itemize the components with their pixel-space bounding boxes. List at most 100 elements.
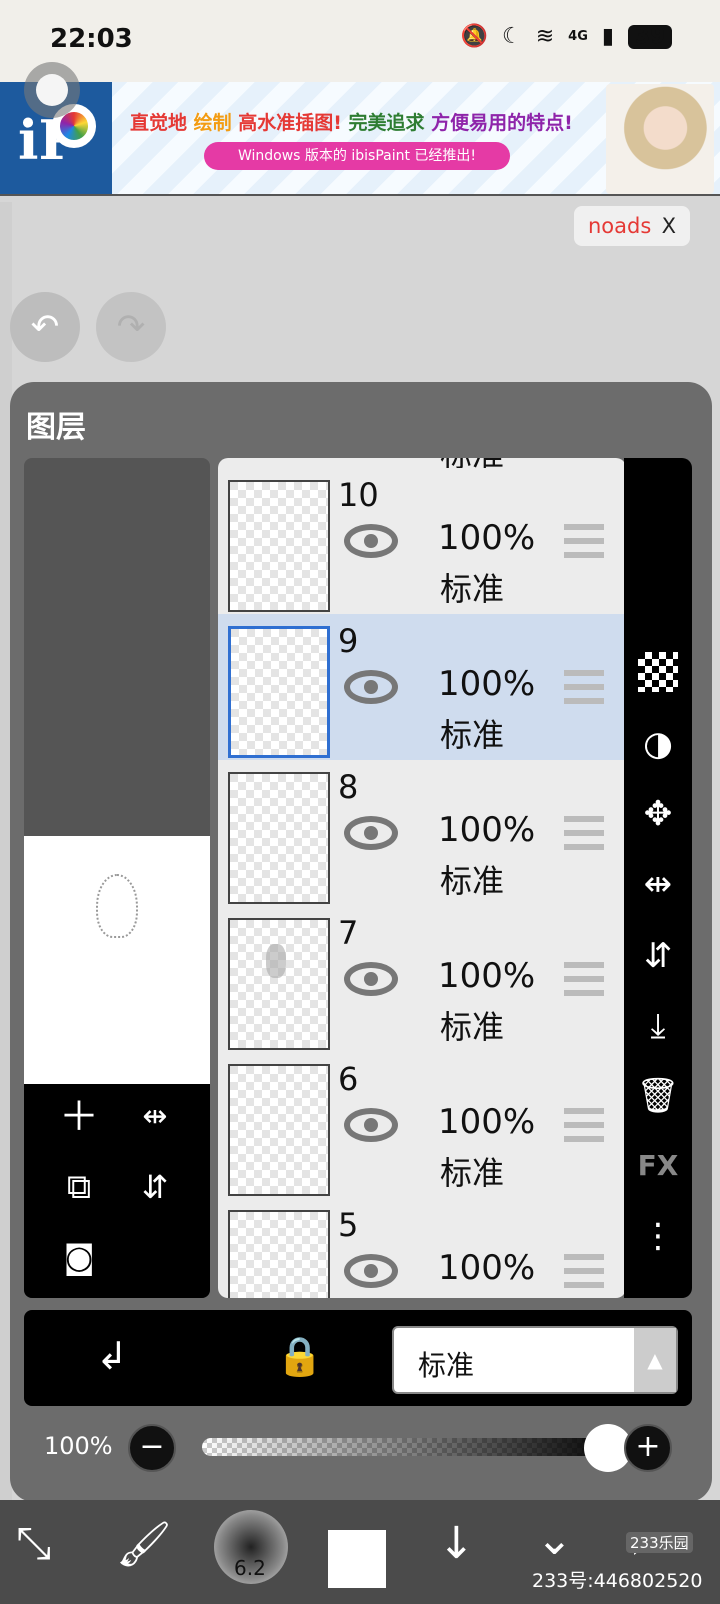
layer-thumbnail [228,1210,330,1298]
layer-number: 7 [338,914,359,952]
drag-handle-icon[interactable] [564,524,604,558]
opacity-slider-bar: 100% − + [24,1418,692,1480]
clipping-icon[interactable]: ↲ [96,1334,128,1378]
noads-label: noads [588,214,652,238]
brush-tool-icon[interactable]: 🖌 [116,1518,172,1570]
layer-row[interactable]: 10 100% 标准 [218,468,626,616]
layer-row[interactable]: 5 100% [218,1198,626,1298]
layer-opacity: 100% [438,810,536,850]
opacity-increase-button[interactable]: + [624,1424,672,1472]
eye-icon[interactable] [344,816,398,850]
layer-row-selected[interactable]: 9 100% 标准 [218,614,626,762]
ad-headline-part: 直觉地 [130,112,194,134]
ad-portrait-image [606,84,714,194]
drag-handle-icon[interactable] [564,1254,604,1288]
drag-handle-icon[interactable] [564,1108,604,1142]
flip-horizontal-icon[interactable]: ⇹ [634,860,682,908]
ad-headline-part: 绘制 [193,112,239,134]
eye-icon[interactable] [344,670,398,704]
layer-thumbnail [228,918,330,1050]
battery-icon: 39 [628,24,672,49]
layer-number: 9 [338,622,359,660]
layer-blend: 标准 [440,716,505,754]
noads-close-icon[interactable]: X [662,214,676,238]
checker-icon[interactable] [634,648,682,696]
trash-icon[interactable]: 🗑 [634,1072,682,1120]
brush-size-button[interactable]: 6.2 [214,1510,288,1584]
moon-icon: ☾ [502,24,522,49]
opacity-decrease-button[interactable]: − [128,1424,176,1472]
layer-row[interactable]: 6 100% 标准 [218,1052,626,1200]
layer-blend: 标准 [440,1008,505,1046]
layer-number: 5 [338,1206,359,1244]
eye-icon[interactable] [344,524,398,558]
mute-icon: 🔕 [460,24,488,49]
layer-number: 10 [338,476,379,514]
layer-sketch-mark [266,944,286,978]
drag-handle-icon[interactable] [564,670,604,704]
eye-icon[interactable] [344,1254,398,1288]
ad-headline-part: 高水准插图! [238,112,349,134]
layer-blend: 标准 [440,1154,505,1192]
preview-tools: ＋ ⇹ ⧉ ⇵ ◙ [24,1084,210,1298]
fx-icon[interactable]: FX [634,1142,682,1190]
ad-headline-part: 完美追求 [348,112,432,134]
layer-opacity: 100% [438,1102,536,1142]
ad-headline-part: 方便易用的特点! [431,112,573,134]
undo-icon: ↶ [30,307,60,347]
signal-icon: ▮ [601,24,614,49]
status-bar: 22:03 🔕 ☾ ≋ 4G ▮ 39 [0,0,720,82]
layer-row[interactable]: 8 100% 标准 [218,760,626,908]
opacity-label: 100% [44,1432,113,1460]
watermark-text: 233号:446802520 [532,1570,703,1592]
sketch-drawing [96,874,138,938]
camera-cutout [24,62,80,118]
status-time: 22:03 [50,24,133,54]
drag-handle-icon[interactable] [564,962,604,996]
invert-icon[interactable]: ◑ [634,720,682,768]
ad-headline: 直觉地 绘制 高水准插图! 完美追求 方便易用的特点! [130,108,573,135]
watermark-logo: 233乐园 [626,1532,693,1553]
drag-handle-icon[interactable] [564,816,604,850]
chevron-up-icon[interactable]: ▲ [634,1328,676,1392]
down-arrow-icon[interactable]: ↓ [438,1518,475,1569]
layer-side-toolbar: ◑ ✥ ⇹ ⇵ ⤓ 🗑 FX ⋮ [624,458,692,1298]
wifi-icon: ≋ [535,24,555,49]
canvas-thumbnail[interactable] [24,836,210,1084]
checker-pattern [638,652,678,692]
layer-opacity: 100% [438,1248,536,1288]
duplicate-layer-icon[interactable]: ⧉ [52,1160,106,1214]
flip-horizontal-canvas-icon[interactable]: ⇹ [128,1090,182,1144]
flip-vertical-icon[interactable]: ⇵ [634,932,682,980]
layer-number: 8 [338,768,359,806]
blend-mode-select[interactable]: 标准 ▲ [392,1326,678,1394]
eye-icon[interactable] [344,1108,398,1142]
layer-list[interactable]: 标准 10 100% 标准 9 100% 标准 8 100% 标准 7 100%… [218,458,626,1298]
opacity-slider-track[interactable] [202,1438,620,1456]
layer-number: 6 [338,1060,359,1098]
camera-icon[interactable]: ◙ [52,1230,106,1284]
layer-thumbnail [228,1064,330,1196]
redo-button[interactable]: ↷ [96,292,166,362]
layer-blend: 标准 [440,862,505,900]
color-swatch[interactable] [328,1530,386,1588]
blend-mode-value: 标准 [418,1349,475,1382]
transform-tool-icon[interactable]: ⤡ [16,1518,51,1569]
alpha-lock-icon[interactable]: 🔒 [276,1334,323,1379]
layer-opacity: 100% [438,956,536,996]
eye-icon[interactable] [344,962,398,996]
ad-subtitle: Windows 版本的 ibisPaint 已经推出! [204,142,510,170]
layer-blend: 标准 [440,570,505,608]
status-icons: 🔕 ☾ ≋ 4G ▮ 39 [461,24,672,49]
undo-button[interactable]: ↶ [10,292,80,362]
flip-vertical-canvas-icon[interactable]: ⇵ [128,1160,182,1214]
more-icon[interactable]: ⋮ [634,1212,682,1260]
noads-button[interactable]: noads X [574,206,690,246]
layer-thumbnail [228,772,330,904]
layers-icon[interactable]: ⌄ [536,1514,573,1565]
layer-row[interactable]: 7 100% 标准 [218,906,626,1054]
layer-opacity: 100% [438,518,536,558]
add-layer-icon[interactable]: ＋ [52,1090,106,1144]
merge-down-icon[interactable]: ⤓ [634,1002,682,1050]
move-icon[interactable]: ✥ [634,790,682,838]
